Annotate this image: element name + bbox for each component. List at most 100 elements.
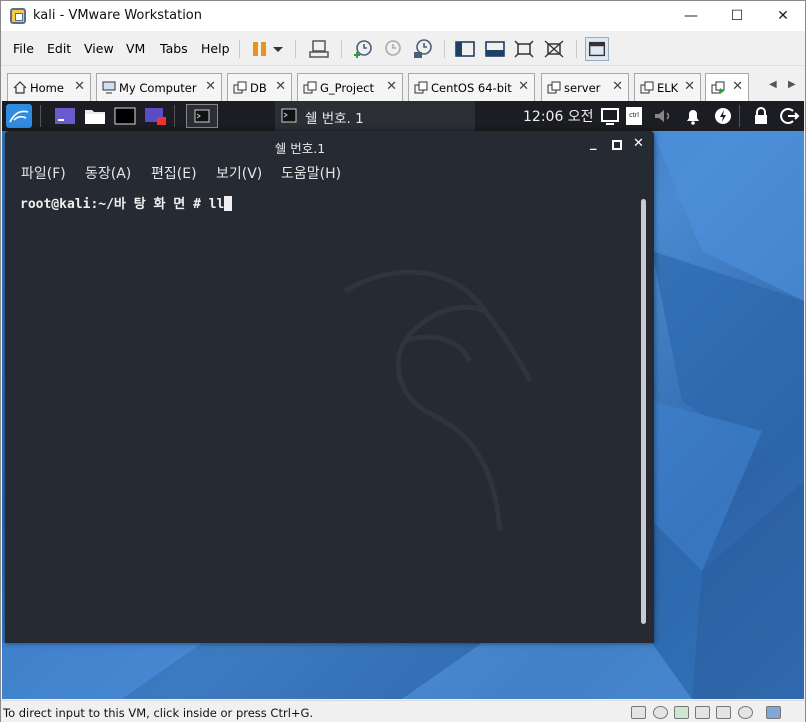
close-icon[interactable]: ✕ — [684, 79, 695, 94]
tab-centos[interactable]: CentOS 64-bit ✕ — [408, 73, 535, 101]
show-library-icon[interactable] — [453, 37, 477, 61]
menu-edit[interactable]: Edit — [47, 41, 71, 56]
send-ctrl-alt-del-icon[interactable] — [307, 37, 331, 61]
keyboard-layout-icon[interactable]: ctrl — [626, 107, 642, 125]
taskbar-active-window[interactable]: 쉘 번호. 1 — [275, 101, 475, 131]
hard-disk-icon[interactable] — [631, 706, 646, 719]
scrollbar-thumb[interactable] — [641, 199, 646, 624]
cd-dvd-icon[interactable] — [653, 706, 668, 719]
menu-tabs[interactable]: Tabs — [160, 41, 188, 56]
menu-help[interactable]: Help — [201, 41, 230, 56]
close-icon[interactable]: ✕ — [386, 79, 397, 94]
snapshot-manager-icon[interactable] — [411, 37, 435, 61]
tab-my-computer[interactable]: My Computer ✕ — [96, 73, 222, 101]
power-dropdown-chevron-icon[interactable] — [270, 37, 286, 61]
thumbnail-bar-icon[interactable] — [483, 37, 507, 61]
notifications-bell-icon[interactable] — [682, 106, 704, 126]
vm-icon — [303, 81, 317, 94]
terminal-prompt-line: root@kali:~/바 탕 화 면 # ll — [20, 193, 233, 212]
tab-label: CentOS 64-bit — [431, 81, 512, 95]
close-icon[interactable]: ✕ — [518, 79, 529, 94]
toolbar-separator — [444, 40, 445, 58]
vm-running-icon — [711, 81, 725, 94]
vm-icon — [547, 81, 561, 94]
tab-home[interactable]: Home ✕ — [7, 73, 91, 101]
tab-label: ELK — [657, 81, 679, 95]
tab-label: Home — [30, 81, 64, 95]
tab-label: DB — [250, 81, 267, 95]
power-manager-icon[interactable] — [712, 106, 734, 126]
screen-recorder-icon[interactable] — [144, 106, 166, 126]
terminal-launcher-icon[interactable] — [114, 106, 136, 126]
lock-screen-icon[interactable] — [750, 106, 772, 126]
network-adapter-icon[interactable] — [674, 706, 689, 719]
terminal-menu-actions[interactable]: 동장(A) — [85, 163, 131, 183]
printer-icon[interactable] — [716, 706, 731, 719]
tab-label: My Computer — [119, 81, 197, 95]
terminal-minimize-button[interactable]: _ — [590, 136, 597, 151]
close-icon[interactable]: ✕ — [205, 79, 216, 94]
toolbar-separator — [341, 40, 342, 58]
terminal-menu-edit[interactable]: 편집(E) — [151, 163, 197, 183]
vm-icon — [640, 81, 654, 94]
toolbar-separator — [576, 40, 577, 58]
terminal-title: 쉘 번호.1 — [274, 141, 326, 156]
revert-snapshot-icon[interactable] — [381, 37, 405, 61]
kali-menu-icon[interactable] — [6, 104, 32, 128]
panel-separator — [739, 105, 740, 127]
close-button[interactable]: ✕ — [760, 1, 806, 31]
terminal-window-icon — [194, 109, 210, 123]
terminal-menu-file[interactable]: 파일(F) — [21, 163, 66, 183]
vm-icon — [414, 81, 428, 94]
full-screen-icon[interactable] — [512, 37, 536, 61]
unity-mode-icon[interactable] — [542, 37, 566, 61]
close-icon[interactable]: ✕ — [612, 79, 623, 94]
tab-scroll-left-icon[interactable]: ◀ — [769, 79, 777, 90]
tab-server[interactable]: server ✕ — [541, 73, 629, 101]
files-icon[interactable] — [84, 106, 106, 126]
vm-display[interactable]: 쉘 번호. 1 12:06 오전 ctrl 쉘 번호.1 _ ✕ 파일(F) 동… — [2, 101, 804, 699]
sound-card-icon[interactable] — [738, 706, 753, 719]
terminal-menu-help[interactable]: 도움말(H) — [281, 163, 341, 183]
close-icon[interactable]: ✕ — [732, 79, 743, 94]
menu-view[interactable]: View — [84, 41, 114, 56]
display-icon[interactable] — [600, 106, 622, 126]
usb-controller-icon[interactable] — [695, 706, 710, 719]
snapshot-icon[interactable] — [351, 37, 375, 61]
tab-elk[interactable]: ELK ✕ — [634, 73, 701, 101]
terminal-title-bar[interactable]: 쉘 번호.1 _ ✕ — [5, 131, 654, 159]
terminal-scrollbar[interactable] — [640, 199, 647, 639]
kali-top-panel: 쉘 번호. 1 12:06 오전 ctrl — [2, 101, 804, 131]
tab-kali[interactable]: ✕ — [705, 73, 749, 101]
show-desktop-icon[interactable] — [54, 106, 76, 126]
panel-separator — [40, 105, 41, 127]
volume-icon[interactable] — [652, 106, 674, 126]
pause-icon[interactable] — [248, 37, 272, 61]
console-view-icon[interactable] — [585, 37, 609, 61]
terminal-close-button[interactable]: ✕ — [633, 136, 644, 151]
log-out-icon[interactable] — [778, 106, 800, 126]
terminal-output[interactable]: root@kali:~/바 탕 화 면 # ll — [5, 187, 639, 643]
terminal-menu-view[interactable]: 보기(V) — [216, 163, 262, 183]
vmware-window: kali - VMware Workstation — ☐ ✕ File Edi… — [0, 0, 806, 722]
menu-vm[interactable]: VM — [126, 41, 145, 56]
maximize-button[interactable]: ☐ — [714, 1, 760, 31]
close-icon[interactable]: ✕ — [275, 79, 286, 94]
menu-file[interactable]: File — [13, 41, 34, 56]
panel-clock[interactable]: 12:06 오전 — [523, 106, 594, 126]
minimize-button[interactable]: — — [668, 1, 714, 31]
display-settings-icon[interactable] — [766, 706, 781, 719]
tab-g-project[interactable]: G_Project ✕ — [297, 73, 403, 101]
tab-label: G_Project — [320, 81, 375, 95]
terminal-maximize-button[interactable] — [612, 140, 622, 150]
terminal-menu-bar: 파일(F) 동장(A) 편집(E) 보기(V) 도움말(H) — [5, 159, 654, 187]
workspace-switcher[interactable] — [186, 104, 218, 128]
home-icon — [13, 81, 27, 94]
tab-scroll-right-icon[interactable]: ▶ — [788, 79, 796, 90]
close-icon[interactable]: ✕ — [74, 79, 85, 94]
tab-db[interactable]: DB ✕ — [227, 73, 292, 101]
panel-separator — [174, 105, 175, 127]
terminal-cursor — [224, 196, 233, 211]
toolbar-separator — [239, 40, 240, 58]
terminal-window[interactable]: 쉘 번호.1 _ ✕ 파일(F) 동장(A) 편집(E) 보기(V) 도움말(H… — [5, 131, 654, 643]
